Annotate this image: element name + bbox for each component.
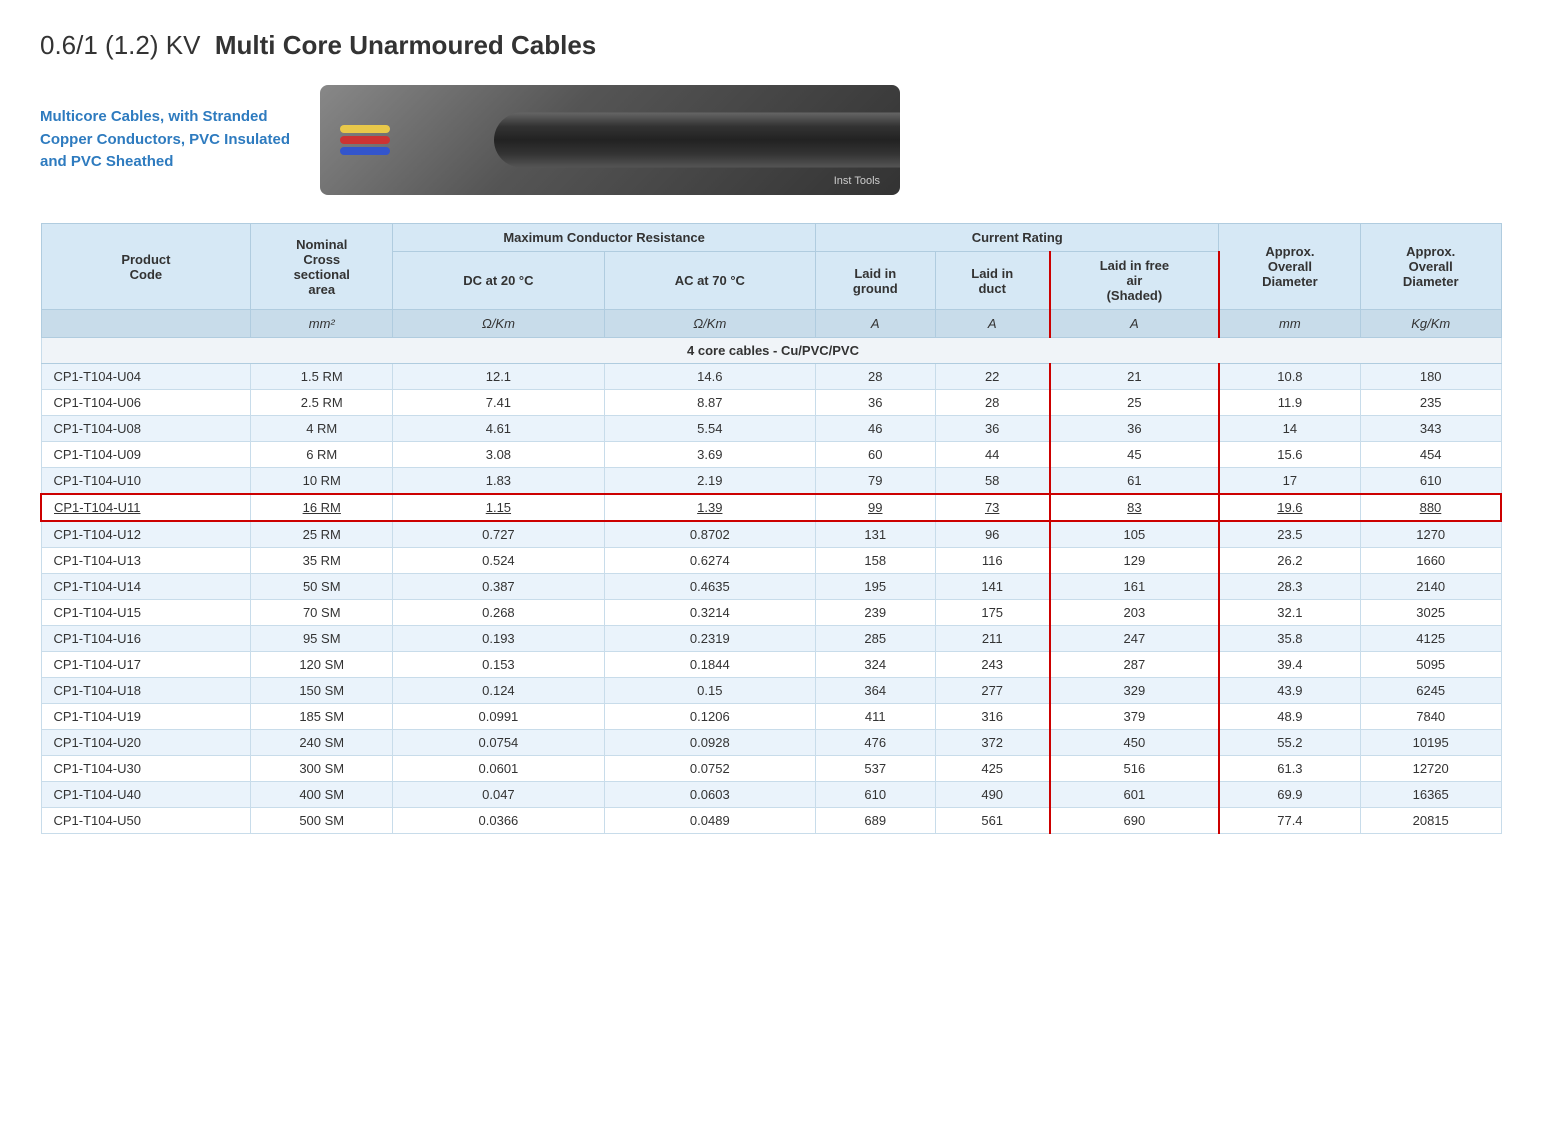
subtitle-section: Multicore Cables, with Stranded Copper C…: [40, 85, 1502, 195]
wire-blue: [340, 147, 390, 155]
table-row: CP1-T104-U20240 SM0.07540.09284763724505…: [41, 730, 1501, 756]
table-row: CP1-T104-U40400 SM0.0470.060361049060169…: [41, 782, 1501, 808]
unit-diameter: mm: [1219, 310, 1361, 338]
header-row-1: ProductCode NominalCrosssectionalarea Ma…: [41, 224, 1501, 252]
table-row: CP1-T104-U041.5 RM12.114.628222110.8180: [41, 364, 1501, 390]
table-row: CP1-T104-U1450 SM0.3870.463519514116128.…: [41, 574, 1501, 600]
table-row: CP1-T104-U1570 SM0.2680.321423917520332.…: [41, 600, 1501, 626]
col-max-conductor: Maximum Conductor Resistance: [393, 224, 816, 252]
col-dc20: DC at 20 °C: [393, 252, 604, 310]
wire-yellow: [340, 125, 390, 133]
unit-dc20: Ω/Km: [393, 310, 604, 338]
table-row: CP1-T104-U17120 SM0.1530.184432424328739…: [41, 652, 1501, 678]
table-row: CP1-T104-U084 RM4.615.5446363614343: [41, 416, 1501, 442]
unit-free-air: A: [1050, 310, 1219, 338]
cable-body: [494, 113, 900, 168]
unit-ground: A: [816, 310, 935, 338]
col-laid-free-air: Laid in freeair(Shaded): [1050, 252, 1219, 310]
cable-image: Inst Tools: [320, 85, 900, 195]
table-row: CP1-T104-U1225 RM0.7270.87021319610523.5…: [41, 521, 1501, 548]
table-row: CP1-T104-U18150 SM0.1240.1536427732943.9…: [41, 678, 1501, 704]
wire-red: [340, 136, 390, 144]
table-row: CP1-T104-U1695 SM0.1930.231928521124735.…: [41, 626, 1501, 652]
table-row: CP1-T104-U1010 RM1.832.1979586117610: [41, 468, 1501, 495]
col-product-code: ProductCode: [41, 224, 251, 310]
table-body: 4 core cables - Cu/PVC/PVC CP1-T104-U041…: [41, 338, 1501, 834]
col-current-rating: Current Rating: [816, 224, 1219, 252]
page-title: 0.6/1 (1.2) KV Multi Core Unarmoured Cab…: [40, 30, 1502, 61]
col-approx-weight: Approx.OverallDiameter: [1360, 224, 1501, 310]
specifications-table: ProductCode NominalCrosssectionalarea Ma…: [40, 223, 1502, 834]
units-row: mm² Ω/Km Ω/Km A A A mm Kg/Km: [41, 310, 1501, 338]
unit-duct: A: [935, 310, 1050, 338]
table-row: CP1-T104-U1116 RM1.151.3999738319.6880: [41, 494, 1501, 521]
subtitle-text: Multicore Cables, with Stranded Copper C…: [40, 106, 290, 174]
table-row: CP1-T104-U1335 RM0.5240.627415811612926.…: [41, 548, 1501, 574]
section-header-label: 4 core cables - Cu/PVC/PVC: [41, 338, 1501, 364]
table-row: CP1-T104-U19185 SM0.09910.12064113163794…: [41, 704, 1501, 730]
table-row: CP1-T104-U30300 SM0.06010.07525374255166…: [41, 756, 1501, 782]
unit-ac70: Ω/Km: [604, 310, 815, 338]
cable-image-label: Inst Tools: [834, 175, 880, 187]
unit-product-code: [41, 310, 251, 338]
table-row: CP1-T104-U096 RM3.083.6960444515.6454: [41, 442, 1501, 468]
col-laid-ground: Laid inground: [816, 252, 935, 310]
col-approx-diameter: Approx.OverallDiameter: [1219, 224, 1361, 310]
table-row: CP1-T104-U50500 SM0.03660.04896895616907…: [41, 808, 1501, 834]
section-header-row: 4 core cables - Cu/PVC/PVC: [41, 338, 1501, 364]
table-row: CP1-T104-U062.5 RM7.418.8736282511.9235: [41, 390, 1501, 416]
unit-weight: Kg/Km: [1360, 310, 1501, 338]
col-nominal-cross: NominalCrosssectionalarea: [251, 224, 393, 310]
col-ac70: AC at 70 °C: [604, 252, 815, 310]
unit-nominal: mm²: [251, 310, 393, 338]
col-laid-duct: Laid induct: [935, 252, 1050, 310]
cable-end: [340, 125, 390, 155]
